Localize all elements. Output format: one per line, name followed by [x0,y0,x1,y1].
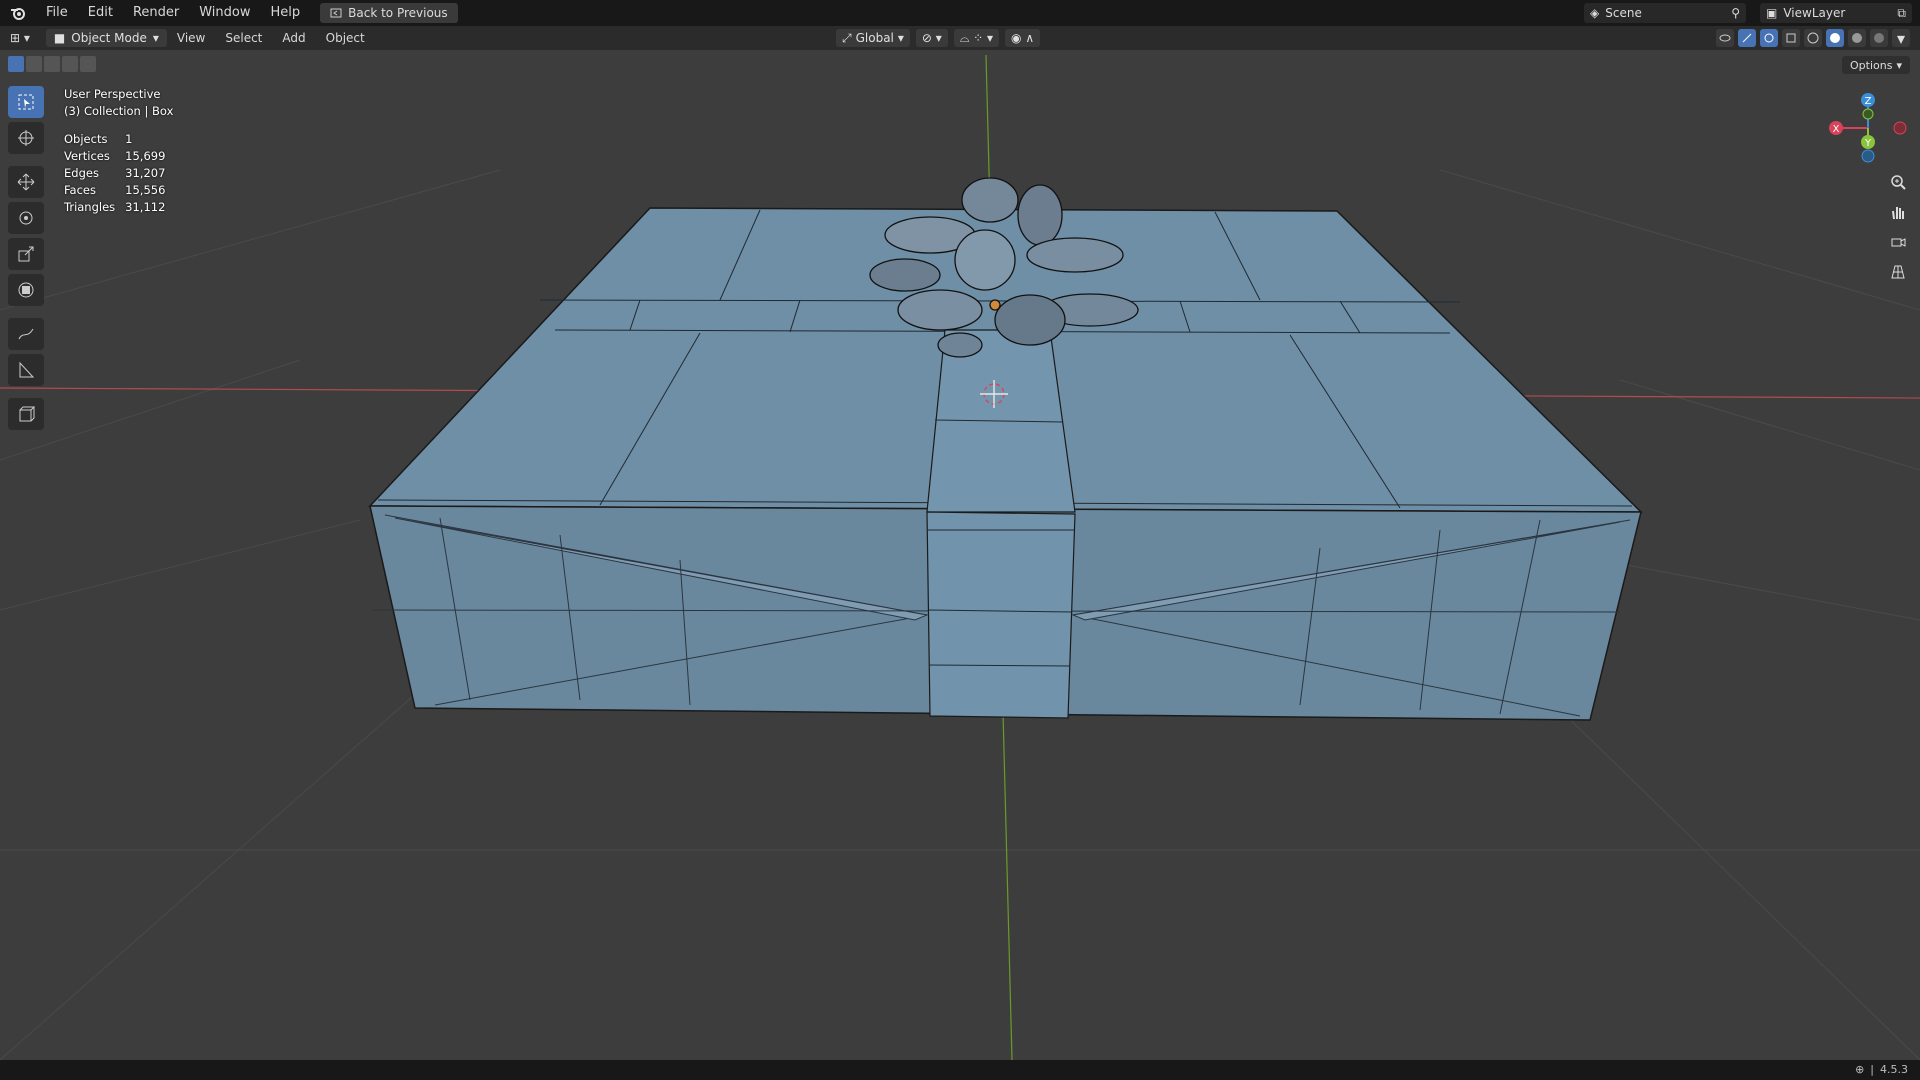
stat-value: 1 [125,132,133,146]
move-tool-icon[interactable] [8,166,44,198]
ribbon-front[interactable] [926,511,1076,719]
stat-label: Edges [64,166,99,180]
viewport-canvas[interactable] [0,0,1920,1060]
version-label: 4.5.3 [1880,1063,1908,1076]
stat-row: Triangles 31,112 [64,199,175,216]
gizmo-x-label: X [1833,124,1840,135]
stat-label: Vertices [64,149,110,163]
stat-value: 31,112 [125,200,166,214]
stat-row: Vertices 15,699 [64,148,175,165]
perspective-toggle-icon[interactable] [1886,260,1910,284]
rotate-tool-icon[interactable] [8,202,44,234]
gizmo-z-label: Z [1865,96,1872,107]
stat-label: Faces [64,183,96,197]
measure-tool-icon[interactable] [8,354,44,386]
tool-shelf [8,86,46,434]
navigation-gizmo[interactable]: Z X Y [1820,88,1910,168]
stat-value: 15,556 [125,183,166,197]
stat-value: 15,699 [125,149,166,163]
zoom-icon[interactable] [1886,170,1910,194]
pan-hand-icon[interactable] [1886,200,1910,224]
add-cube-tool-icon[interactable] [8,398,44,430]
gizmo-y-label: Y [1864,138,1872,149]
stat-row: Objects 1 [64,131,175,148]
stat-label: Objects [64,132,108,146]
gizmo-neg-x[interactable] [1893,121,1907,135]
cursor-tool-icon[interactable] [8,122,44,154]
globe-icon: ⊕ [1855,1063,1865,1076]
camera-view-icon[interactable] [1886,230,1910,254]
annotate-tool-icon[interactable] [8,318,44,350]
stat-row: Edges 31,207 [64,165,175,182]
select-box-tool-icon[interactable] [8,86,44,118]
gizmo-neg-y[interactable] [1862,108,1874,120]
scale-tool-icon[interactable] [8,238,44,270]
collection-name: (3) Collection | Box [64,104,174,118]
version-info: ⊕ | 4.5.3 [1855,1063,1908,1076]
view-name: User Perspective [64,87,161,101]
status-bar: ⊕ | 4.5.3 [0,1060,1920,1080]
stat-row: Faces 15,556 [64,182,175,199]
scene-statistics: Objects 1 Vertices 15,699 Edges 31,207 Face… [64,131,175,216]
transform-tool-icon[interactable] [8,274,44,306]
stat-label: Triangles [64,200,116,214]
stat-value: 31,207 [125,166,166,180]
viewport-info: User Perspective (3) Collection | Box [64,86,173,120]
gizmo-neg-z[interactable] [1861,149,1875,163]
